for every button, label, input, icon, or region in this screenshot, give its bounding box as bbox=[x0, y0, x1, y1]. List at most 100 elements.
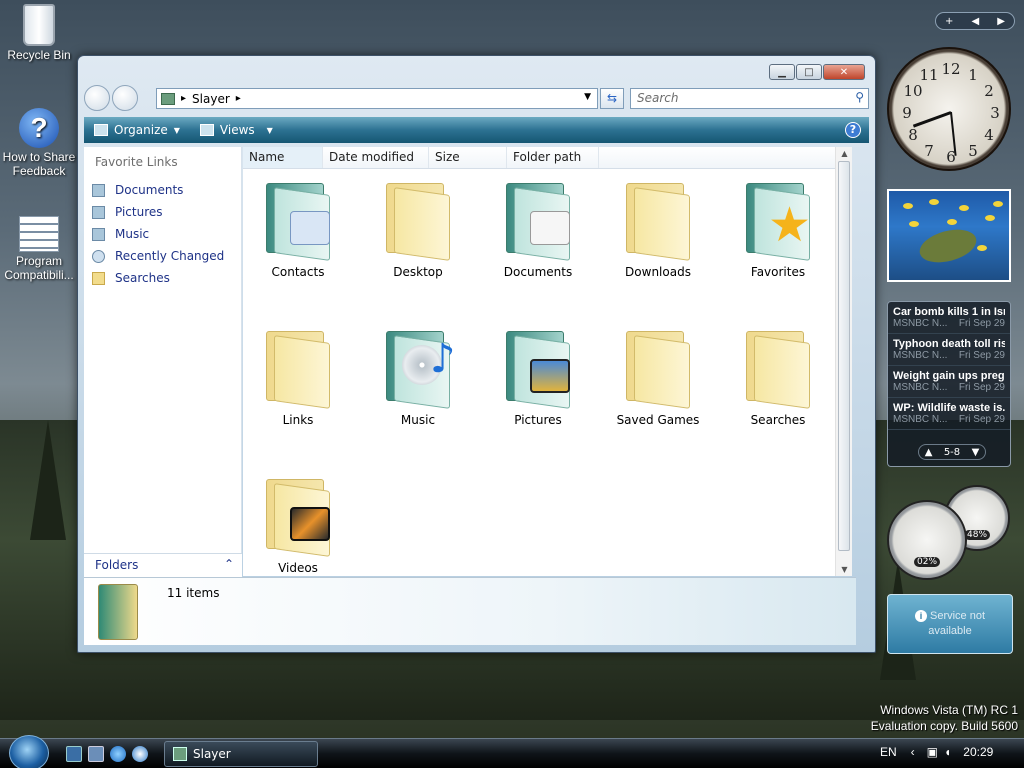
views-button[interactable]: Views ▼ bbox=[199, 123, 273, 137]
help-question-icon: ? bbox=[19, 108, 59, 148]
search-input[interactable]: Search ⚲ bbox=[630, 88, 869, 109]
desktop-icon-label: Recycle Bin bbox=[7, 48, 71, 62]
folder-item[interactable]: Saved Games bbox=[603, 323, 713, 427]
back-button[interactable] bbox=[84, 85, 110, 111]
column-size[interactable]: Size bbox=[429, 147, 507, 168]
desktop-icon-how-to-share-feedback[interactable]: ? How to Share Feedback bbox=[1, 108, 77, 178]
folder-item[interactable]: Videos bbox=[243, 471, 353, 575]
clock-time[interactable]: 20:29 bbox=[963, 745, 993, 759]
memory-value: 48% bbox=[963, 530, 991, 541]
breadcrumb-arrow[interactable]: ▸ bbox=[236, 93, 241, 104]
sidebar-controls: + ◀ ▶ bbox=[935, 12, 1015, 30]
navigation-bar: ▸ Slayer ▸ ▼ ⇆ Search ⚲ bbox=[84, 85, 869, 111]
favorite-link-label: Pictures bbox=[115, 205, 163, 219]
tray-expand-icon[interactable]: ‹ bbox=[911, 745, 915, 759]
command-bar: Organize ▼ Views ▼ ? bbox=[84, 117, 869, 143]
organize-button[interactable]: Organize ▼ bbox=[94, 123, 180, 137]
news-pager: ▲ 5-8 ▼ bbox=[918, 444, 986, 460]
documents-icon bbox=[92, 183, 105, 197]
folder-item[interactable]: Links bbox=[243, 323, 353, 427]
desktop-icon-recycle-bin[interactable]: Recycle Bin bbox=[1, 4, 77, 62]
folder-item[interactable]: Desktop bbox=[363, 175, 473, 279]
news-next-button[interactable]: ▼ bbox=[972, 447, 980, 458]
vertical-scrollbar[interactable]: ▲ ▼ bbox=[835, 147, 852, 576]
media-player-icon[interactable] bbox=[132, 746, 148, 762]
network-icon[interactable]: ▣ bbox=[927, 745, 938, 759]
favorite-link-recently-changed[interactable]: Recently Changed bbox=[84, 245, 241, 267]
cpu-gauge: 02% bbox=[887, 500, 967, 580]
watermark-line: Evaluation copy. Build 5600 bbox=[870, 719, 1018, 733]
folders-toggle[interactable]: Folders ⌃ bbox=[84, 553, 242, 577]
maximize-button[interactable]: □ bbox=[796, 64, 822, 80]
item-label: Favorites bbox=[750, 265, 806, 279]
folder-item[interactable]: Documents bbox=[483, 175, 593, 279]
news-item[interactable]: Weight gain ups preg... MSNBC N... Fri Sep… bbox=[888, 366, 1010, 398]
scroll-down-arrow-icon[interactable]: ▼ bbox=[836, 565, 853, 574]
folder-item[interactable]: ★ Favorites bbox=[723, 175, 833, 279]
clock-number: 11 bbox=[919, 66, 939, 84]
clock-gadget[interactable]: 12 1 2 3 4 5 6 7 8 9 10 11 bbox=[887, 47, 1011, 171]
column-date-modified[interactable]: Date modified bbox=[323, 147, 429, 168]
address-dropdown-icon[interactable]: ▼ bbox=[584, 92, 591, 102]
sidebar-prev-button[interactable]: ◀ bbox=[971, 16, 979, 27]
cpu-value: 02% bbox=[913, 557, 941, 568]
folder-item[interactable]: Searches bbox=[723, 323, 833, 427]
breadcrumb-segment[interactable]: Slayer bbox=[192, 92, 230, 106]
news-item[interactable]: Car bomb kills 1 in Isr... MSNBC N... Fri … bbox=[888, 302, 1010, 334]
service-text: Service not bbox=[929, 610, 986, 622]
navigation-pane: Favorite Links Documents Pictures Music … bbox=[84, 147, 242, 576]
slideshow-gadget[interactable] bbox=[887, 189, 1011, 282]
folder-item[interactable]: Contacts bbox=[243, 175, 353, 279]
language-indicator[interactable]: EN bbox=[880, 745, 897, 759]
internet-explorer-icon[interactable] bbox=[110, 746, 126, 762]
taskbar-button-slayer[interactable]: Slayer bbox=[164, 741, 318, 767]
folder-preview-icon bbox=[98, 584, 138, 640]
folder-item[interactable]: Downloads bbox=[603, 175, 713, 279]
pictures-folder-icon bbox=[500, 323, 576, 409]
chevron-down-icon: ▼ bbox=[266, 125, 273, 135]
desktop-icon-program-compatibility[interactable]: Program Compatibili... bbox=[1, 216, 77, 282]
favorite-link-searches[interactable]: Searches bbox=[84, 267, 241, 289]
favorite-link-documents[interactable]: Documents bbox=[84, 179, 241, 201]
turtle-photo bbox=[916, 224, 980, 268]
switch-windows-icon[interactable] bbox=[88, 746, 104, 762]
sidebar-next-button[interactable]: ▶ bbox=[997, 16, 1005, 27]
favorite-link-pictures[interactable]: Pictures bbox=[84, 201, 241, 223]
favorite-link-label: Documents bbox=[115, 183, 184, 197]
music-icon bbox=[92, 227, 105, 241]
favorite-link-label: Recently Changed bbox=[115, 249, 225, 263]
details-pane: 11 items bbox=[84, 577, 856, 645]
clock-number: 2 bbox=[984, 82, 994, 100]
minimize-button[interactable]: ▁ bbox=[769, 64, 795, 80]
help-button[interactable]: ? bbox=[845, 122, 861, 138]
news-item[interactable]: Typhoon death toll ris... MSNBC N... Fri S… bbox=[888, 334, 1010, 366]
news-prev-button[interactable]: ▲ bbox=[925, 447, 933, 458]
search-icon[interactable]: ⚲ bbox=[855, 90, 864, 104]
folder-item[interactable]: Pictures bbox=[483, 323, 593, 427]
views-icon bbox=[199, 124, 214, 136]
show-desktop-icon[interactable] bbox=[66, 746, 82, 762]
taskbar: Slayer EN ‹ ▣ ◖ 20:29 bbox=[0, 735, 1024, 768]
column-folder-path[interactable]: Folder path bbox=[507, 147, 599, 168]
news-item[interactable]: WP: Wildlife waste is... MSNBC N... Fri Se… bbox=[888, 398, 1010, 430]
volume-icon[interactable]: ◖ bbox=[944, 745, 951, 759]
favorite-link-music[interactable]: Music bbox=[84, 223, 241, 245]
favorites-folder-icon: ★ bbox=[740, 175, 816, 261]
add-gadget-button[interactable]: + bbox=[945, 16, 953, 27]
scroll-up-arrow-icon[interactable]: ▲ bbox=[836, 149, 853, 158]
close-button[interactable]: ✕ bbox=[823, 64, 865, 80]
address-bar[interactable]: ▸ Slayer ▸ ▼ bbox=[156, 88, 598, 109]
searches-icon bbox=[92, 271, 105, 285]
refresh-button[interactable]: ⇆ bbox=[600, 88, 624, 109]
forward-button[interactable] bbox=[112, 85, 138, 111]
favorite-link-label: Searches bbox=[115, 271, 170, 285]
start-button[interactable] bbox=[9, 735, 49, 768]
desktop-folder-icon bbox=[380, 175, 456, 261]
breadcrumb-arrow[interactable]: ▸ bbox=[181, 93, 186, 104]
window-controls: ▁ □ ✕ bbox=[768, 64, 865, 80]
news-page-indicator: 5-8 bbox=[943, 446, 961, 458]
contacts-folder-icon bbox=[260, 175, 336, 261]
column-name[interactable]: Name bbox=[243, 147, 323, 168]
folder-item[interactable]: ♪ Music bbox=[363, 323, 473, 427]
scrollbar-thumb[interactable] bbox=[838, 161, 850, 551]
